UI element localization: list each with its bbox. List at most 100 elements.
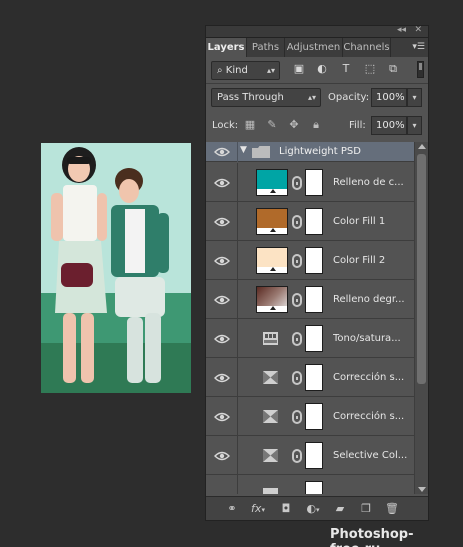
opacity-label: Opacity: [328,92,370,103]
new-layer-icon[interactable]: ❐ [358,502,374,516]
trash-icon[interactable]: 🗑︎ [384,502,400,516]
layer-thumbnail [256,208,288,235]
layer-row[interactable]: Color Fill 2 [206,241,414,280]
chain-link-icon[interactable] [292,293,302,307]
scroll-up-icon[interactable] [418,144,426,149]
selective-color-icon [263,449,278,462]
expand-triangle-icon[interactable]: ▼ [240,145,247,155]
fx-icon[interactable]: fx▾ [250,502,266,516]
group-name: Lightweight PSD [279,146,361,157]
adjustment-filter-icon[interactable]: ◐ [315,62,329,76]
layer-mask-thumbnail[interactable] [305,325,323,352]
layer-row[interactable]: Color Fill 1 [206,202,414,241]
chain-link-icon[interactable] [292,254,302,268]
layer-mask-thumbnail[interactable] [305,481,323,494]
opacity-dropdown-button[interactable]: ▾ [407,88,422,107]
layer-row[interactable]: Relleno de c... [206,163,414,202]
tab-adjustments[interactable]: Adjustmen [285,38,343,57]
new-group-icon[interactable]: ▰ [332,502,348,516]
layer-name: Color Fill 1 [333,216,386,227]
hue-saturation-icon [263,332,278,345]
lock-position-icon[interactable]: ✥ [287,118,301,132]
eye-icon[interactable] [214,255,230,267]
layers-list: ▼ Lightweight PSD Relleno de c... Color … [206,142,414,494]
layer-mask-thumbnail[interactable] [305,403,323,430]
tab-layers[interactable]: Layers [206,38,247,57]
watermark-text: Photoshop-free.ru [330,527,414,547]
scroll-thumb[interactable] [417,154,426,384]
eye-icon[interactable] [214,333,230,345]
eye-icon[interactable] [214,146,230,158]
lock-label: Lock: [212,120,239,131]
layer-row[interactable]: Tono/satura... [206,319,414,358]
selective-color-icon [263,371,278,384]
divider [237,142,238,162]
filter-toggle[interactable] [417,61,424,78]
layer-mask-thumbnail[interactable] [305,364,323,391]
tab-paths[interactable]: Paths [247,38,285,57]
layer-name: Tono/satura... [333,333,401,344]
divider [237,436,238,475]
lock-transparent-pixels-icon[interactable]: ▦ [243,118,257,132]
divider [237,280,238,319]
eye-icon[interactable] [214,177,230,189]
collapse-panel-icon[interactable]: ◂◂ [397,25,406,35]
dropdown-arrows-icon: ▴▾ [266,66,275,75]
layer-mask-thumbnail[interactable] [305,208,323,235]
adjustment-layer-icon[interactable]: ◐▾ [305,502,321,516]
chain-link-icon[interactable] [292,176,302,190]
layer-name: Relleno degr... [333,294,405,305]
add-mask-icon[interactable]: ◘ [278,502,294,516]
opacity-input[interactable]: 100% [371,88,407,107]
chain-link-icon[interactable] [292,371,302,385]
shape-filter-icon[interactable]: ⬚ [363,62,377,76]
image-filter-icon[interactable]: ▣ [292,62,306,76]
layers-scrollbar[interactable] [414,142,428,494]
chain-link-icon[interactable] [292,449,302,463]
layer-row[interactable]: Corrección s... [206,358,414,397]
layer-row[interactable]: Corrección s... [206,397,414,436]
layer-name: Color Fill 2 [333,255,386,266]
eye-icon[interactable] [214,294,230,306]
fill-input[interactable]: 100% [371,116,407,135]
panel-menu-icon[interactable]: ▾☰ [412,38,425,57]
smart-object-filter-icon[interactable]: ⧉ [386,62,400,76]
couple-photo-image [41,143,191,393]
layer-mask-thumbnail[interactable] [305,169,323,196]
layer-row[interactable] [206,475,414,494]
lock-image-pixels-icon[interactable]: ✎ [265,118,279,132]
divider [237,202,238,241]
layer-name: Relleno de c... [333,177,404,188]
divider [237,163,238,202]
group-row[interactable]: ▼ Lightweight PSD [206,142,414,162]
layer-row[interactable]: Selective Col... [206,436,414,475]
filter-kind-select[interactable]: ⌕ Kind ▴▾ [211,61,280,80]
layer-mask-thumbnail[interactable] [305,247,323,274]
layer-row[interactable]: Relleno degr... [206,280,414,319]
lock-all-icon[interactable]: 🔒︎ [309,118,323,132]
tab-channels[interactable]: Channels [343,38,391,57]
divider [237,475,238,494]
type-filter-icon[interactable]: T [339,62,353,76]
scroll-down-icon[interactable] [418,487,426,492]
link-layers-icon[interactable]: ⚭ [224,502,240,516]
eye-icon[interactable] [214,450,230,462]
divider [206,83,428,84]
divider [237,358,238,397]
chain-link-icon[interactable] [292,332,302,346]
chain-link-icon[interactable] [292,410,302,424]
layer-thumbnail [256,169,288,196]
layer-name: Corrección s... [333,411,405,422]
chain-link-icon[interactable] [292,215,302,229]
eye-icon[interactable] [214,216,230,228]
fill-dropdown-button[interactable]: ▾ [407,116,422,135]
eye-icon[interactable] [214,411,230,423]
layer-mask-thumbnail[interactable] [305,442,323,469]
blend-mode-select[interactable]: Pass Through ▴▾ [211,88,321,107]
layer-name: Selective Col... [333,450,408,461]
blend-mode-value: Pass Through [217,92,284,103]
eye-icon[interactable] [214,372,230,384]
selective-color-icon [263,410,278,423]
layer-mask-thumbnail[interactable] [305,286,323,313]
close-panel-icon[interactable]: ✕ [414,25,422,35]
